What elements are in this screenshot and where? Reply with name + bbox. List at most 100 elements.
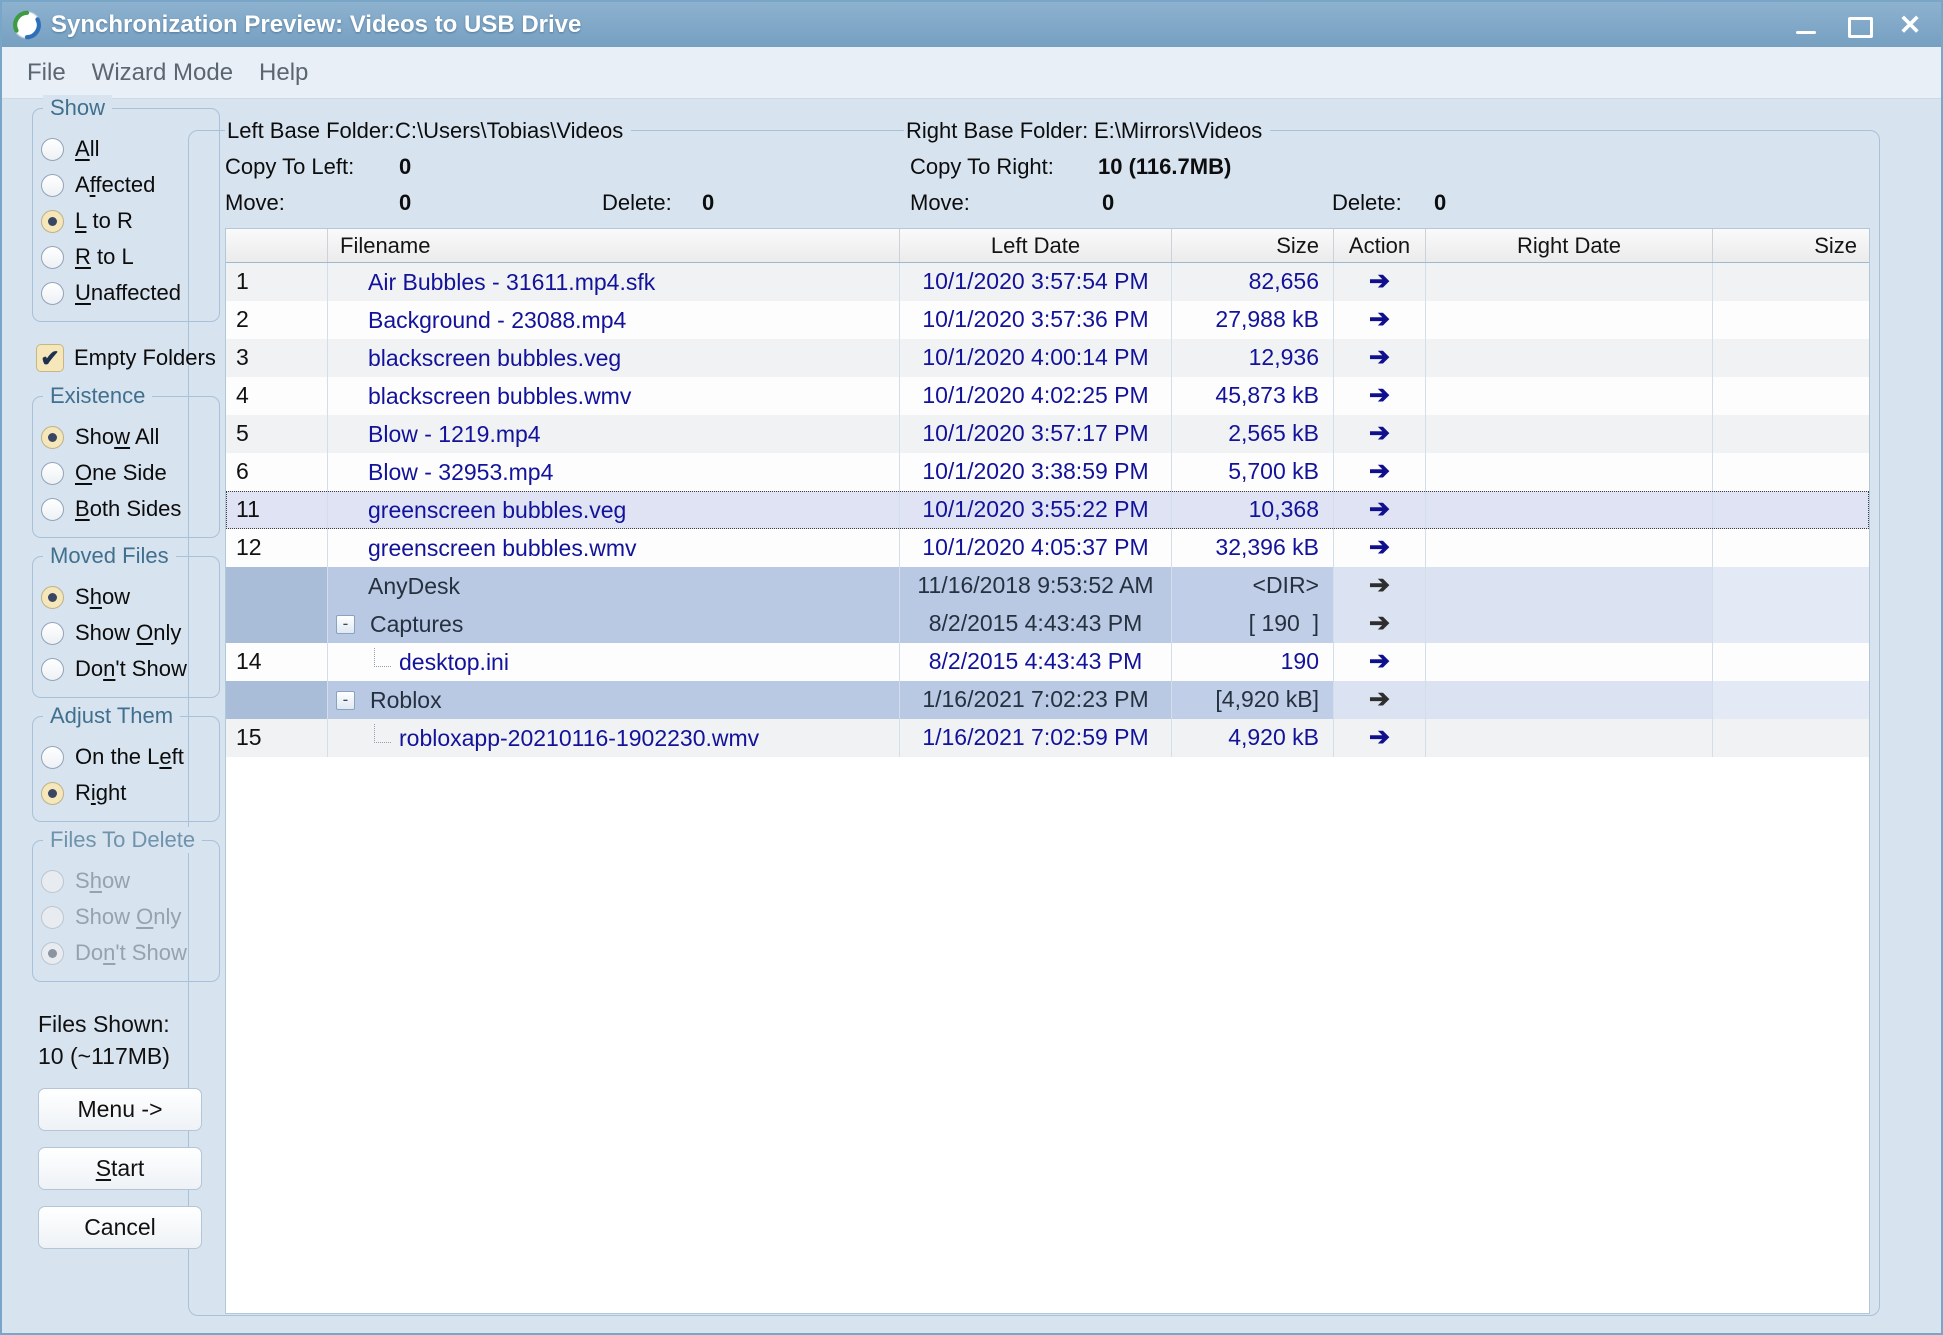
size-cell: 12,936 <box>1172 339 1334 377</box>
table-row[interactable]: 15 robloxapp-20210116-1902230.wmv 1/16/2… <box>226 719 1869 757</box>
radio-show-1[interactable]: Affected <box>41 167 213 203</box>
table-row[interactable]: 3 blackscreen bubbles.veg 10/1/2020 4:00… <box>226 339 1869 377</box>
right-size-cell <box>1713 529 1869 567</box>
menu-item-file[interactable]: File <box>14 59 79 87</box>
action-cell: ➔ <box>1334 263 1426 301</box>
right-size-cell <box>1713 681 1869 719</box>
radio-moved-files-0[interactable]: Show <box>41 579 213 615</box>
group-moved-files: Moved Files Show Show Only Don't Show <box>32 543 220 698</box>
row-number: 2 <box>226 301 328 339</box>
table-row[interactable]: 14 desktop.ini 8/2/2015 4:43:43 PM 190 ➔ <box>226 643 1869 681</box>
collapse-expander-icon[interactable]: - <box>336 614 355 634</box>
action-cell: ➔ <box>1334 415 1426 453</box>
table-row[interactable]: 5 Blow - 1219.mp4 10/1/2020 3:57:17 PM 2… <box>226 415 1869 453</box>
radio-existence-0[interactable]: Show All <box>41 419 213 455</box>
size-cell: 4,920 kB <box>1172 719 1334 757</box>
filename-text: Background - 23088.mp4 <box>368 306 627 333</box>
table-body: 1 Air Bubbles - 31611.mp4.sfk 10/1/2020 … <box>226 263 1869 757</box>
right-date-cell <box>1426 453 1713 491</box>
menu-item-wizard-mode[interactable]: Wizard Mode <box>79 59 246 87</box>
right-size-cell <box>1713 339 1869 377</box>
table-row[interactable]: 11 greenscreen bubbles.veg 10/1/2020 3:5… <box>226 491 1869 529</box>
radio-existence-2[interactable]: Both Sides <box>41 491 213 527</box>
table-row[interactable]: 4 blackscreen bubbles.wmv 10/1/2020 4:02… <box>226 377 1869 415</box>
row-number <box>226 605 328 643</box>
radio-label: Show Only <box>75 904 182 929</box>
table-row[interactable]: - Captures 8/2/2015 4:43:43 PM [ 190 ] ➔ <box>226 605 1869 643</box>
filename-text: robloxapp-20210116-1902230.wmv <box>399 724 760 751</box>
left-date-cell: 10/1/2020 3:55:22 PM <box>900 491 1172 529</box>
radio-show-0[interactable]: All <box>41 131 213 167</box>
table-row[interactable]: 1 Air Bubbles - 31611.mp4.sfk 10/1/2020 … <box>226 263 1869 301</box>
row-number: 11 <box>226 491 328 529</box>
size-cell: 45,873 kB <box>1172 377 1334 415</box>
column-header-left-date[interactable]: Left Date <box>900 229 1172 262</box>
minimize-icon[interactable] <box>1793 14 1819 36</box>
radio-moved-files-2[interactable]: Don't Show <box>41 651 213 687</box>
group-label: Moved Files <box>43 543 176 569</box>
start-button-post: tart <box>111 1155 145 1182</box>
radio-icon <box>41 245 64 269</box>
column-header-num[interactable] <box>226 229 328 262</box>
column-header-action[interactable]: Action <box>1334 229 1426 262</box>
right-date-cell <box>1426 301 1713 339</box>
group-adjust-them: Adjust Them On the Left Right <box>32 703 220 822</box>
table-row[interactable]: AnyDesk 11/16/2018 9:53:52 AM <DIR> ➔ <box>226 567 1869 605</box>
radio-existence-1[interactable]: One Side <box>41 455 213 491</box>
action-cell: ➔ <box>1334 453 1426 491</box>
right-size-cell <box>1713 491 1869 529</box>
column-header-size[interactable]: Size <box>1713 229 1869 262</box>
checkbox-check-icon: ✔ <box>36 344 64 372</box>
column-header-filename[interactable]: Filename <box>328 229 900 262</box>
table-row[interactable]: 6 Blow - 32953.mp4 10/1/2020 3:38:59 PM … <box>226 453 1869 491</box>
filename-cell: - Captures <box>328 605 900 643</box>
table-row[interactable]: - Roblox 1/16/2021 7:02:23 PM [4,920 kB] … <box>226 681 1869 719</box>
start-button[interactable]: Start <box>38 1147 202 1191</box>
size-cell: 5,700 kB <box>1172 453 1334 491</box>
left-date-cell: 11/16/2018 9:53:52 AM <box>900 567 1172 605</box>
radio-adjust-them-0[interactable]: On the Left <box>41 739 213 775</box>
right-size-cell <box>1713 719 1869 757</box>
menu-button[interactable]: Menu -> <box>38 1088 202 1132</box>
arrow-right-icon: ➔ <box>1369 495 1390 523</box>
table-row[interactable]: 2 Background - 23088.mp4 10/1/2020 3:57:… <box>226 301 1869 339</box>
group-label: Show <box>43 95 113 121</box>
radio-icon <box>41 781 64 805</box>
left-date-cell: 10/1/2020 3:38:59 PM <box>900 453 1172 491</box>
close-icon[interactable]: ✕ <box>1897 11 1923 38</box>
row-number: 6 <box>226 453 328 491</box>
radio-show-2[interactable]: L to R <box>41 203 213 239</box>
action-cell: ➔ <box>1334 681 1426 719</box>
right-date-cell <box>1426 415 1713 453</box>
menu-item-help[interactable]: Help <box>246 59 321 87</box>
filename-cell: blackscreen bubbles.veg <box>328 339 900 377</box>
radio-moved-files-1[interactable]: Show Only <box>41 615 213 651</box>
copy-to-left-value: 0 <box>399 154 412 179</box>
radio-adjust-them-1[interactable]: Right <box>41 775 213 811</box>
column-header-right-date[interactable]: Right Date <box>1426 229 1713 262</box>
maximize-icon[interactable] <box>1845 14 1873 38</box>
column-header-size[interactable]: Size <box>1172 229 1334 262</box>
radio-show-3[interactable]: R to L <box>41 239 213 275</box>
filename-cell: Air Bubbles - 31611.mp4.sfk <box>328 263 900 301</box>
cancel-button[interactable]: Cancel <box>38 1206 202 1250</box>
empty-folders-checkbox[interactable]: ✔ Empty Folders <box>36 340 220 376</box>
table-row[interactable]: 12 greenscreen bubbles.wmv 10/1/2020 4:0… <box>226 529 1869 567</box>
radio-icon <box>41 905 64 929</box>
collapse-expander-icon[interactable]: - <box>336 690 355 710</box>
radio-show-4[interactable]: Unaffected <box>41 275 213 311</box>
sidebar: Show All Affected L to R R to L Unaffected ✔ … <box>32 95 220 1250</box>
left-date-cell: 8/2/2015 4:43:43 PM <box>900 605 1172 643</box>
radio-icon <box>41 461 64 485</box>
arrow-right-icon: ➔ <box>1369 381 1390 409</box>
radio-icon <box>41 745 64 769</box>
left-base-folder-label: Left Base Folder: <box>225 116 403 146</box>
menubar: File Wizard Mode Help <box>2 47 1941 99</box>
right-date-cell <box>1426 377 1713 415</box>
delete-right-value: 0 <box>1434 190 1447 215</box>
group-show: Show All Affected L to R R to L Unaffected <box>32 95 220 322</box>
radio-icon <box>41 621 64 645</box>
filename-cell: greenscreen bubbles.wmv <box>328 529 900 567</box>
move-left-value: 0 <box>399 190 412 215</box>
radio-label: L to R <box>75 208 133 233</box>
